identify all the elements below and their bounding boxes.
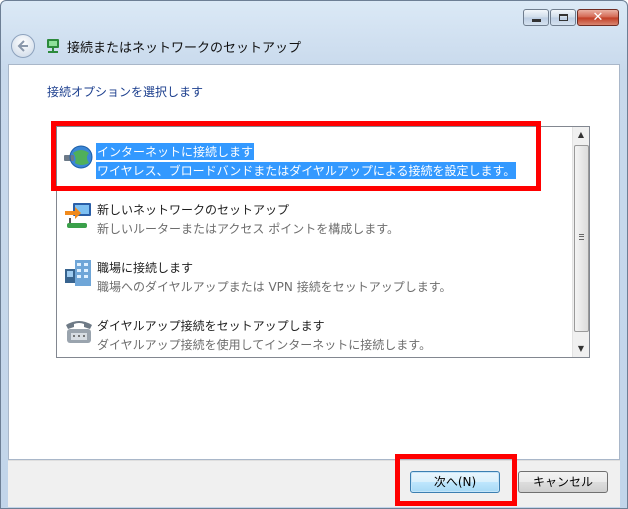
network-setup-icon — [47, 39, 59, 53]
option-new-network[interactable]: 新しいネットワークのセットアップ 新しいルーターまたはアクセス ポイントを構成し… — [57, 191, 572, 247]
navigation-bar: 接続またはネットワークのセットアップ — [11, 34, 301, 58]
option-description: 新しいルーターまたはアクセス ポイントを構成します。 — [97, 222, 400, 236]
button-bar: 次へ(N) キャンセル — [8, 460, 620, 507]
option-title: 新しいネットワークのセットアップ — [97, 203, 290, 217]
scrollbar-thumb[interactable] — [574, 145, 589, 332]
grip-icon — [579, 234, 584, 240]
router-setup-icon — [65, 203, 91, 228]
highlight-box-next-button — [395, 454, 517, 506]
dialog-window: ✕ 接続またはネットワークのセットアップ 接続オプションを選択します インターネ… — [0, 0, 628, 509]
back-arrow-icon — [17, 40, 28, 52]
window-title: 接続またはネットワークのセットアップ — [67, 40, 302, 56]
scroll-up-icon[interactable]: ▲ — [573, 127, 589, 143]
option-workplace[interactable]: 職場に接続します 職場へのダイヤルアップまたは VPN 接続をセットアップします… — [57, 249, 572, 305]
close-icon: ✕ — [592, 10, 604, 25]
option-title: 職場に接続します — [97, 261, 194, 275]
minimize-icon — [531, 18, 541, 22]
cancel-button[interactable]: キャンセル — [518, 471, 608, 493]
workplace-building-icon — [65, 260, 91, 286]
highlight-box-internet-option — [51, 121, 541, 191]
maximize-button[interactable] — [550, 9, 576, 26]
option-title: ダイヤルアップ接続をセットアップします — [97, 319, 325, 333]
caption-buttons: ✕ — [523, 9, 619, 26]
close-button[interactable]: ✕ — [577, 9, 619, 26]
instruction-text: 接続オプションを選択します — [47, 85, 204, 99]
option-description: ダイヤルアップ接続を使用してインターネットに接続します。 — [97, 338, 432, 352]
option-description: 職場へのダイヤルアップまたは VPN 接続をセットアップします。 — [97, 280, 452, 294]
option-dialup[interactable]: ダイヤルアップ接続をセットアップします ダイヤルアップ接続を使用してインターネッ… — [57, 307, 572, 363]
maximize-icon — [558, 14, 568, 21]
telephone-modem-icon — [66, 321, 92, 343]
minimize-button[interactable] — [523, 9, 549, 26]
back-button[interactable] — [11, 34, 35, 58]
list-scrollbar[interactable]: ▲ ▼ — [572, 127, 589, 357]
scroll-down-icon[interactable]: ▼ — [573, 341, 589, 357]
